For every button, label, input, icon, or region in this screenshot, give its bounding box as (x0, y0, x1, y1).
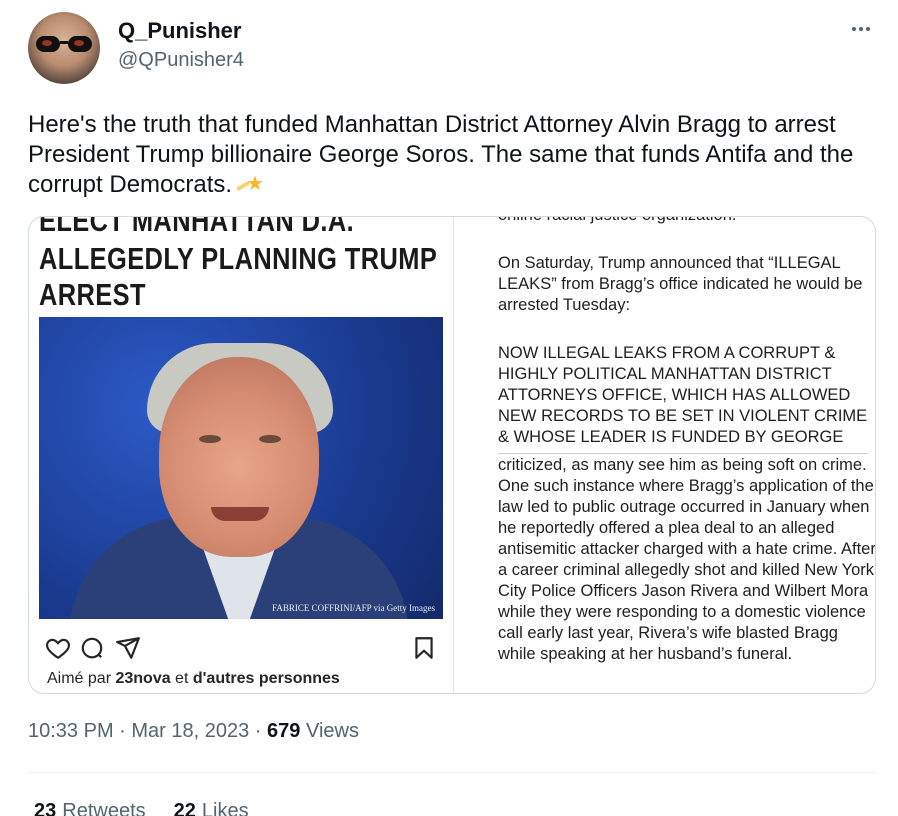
article-paragraph-3: criticized, as many see him as being sof… (498, 456, 876, 663)
article-screenshot: online racial justice organization. On S… (454, 217, 876, 693)
engagement-stats: 23 Retweets 22 Likes (34, 800, 249, 816)
instagram-actions (45, 635, 435, 661)
user-handle[interactable]: @QPunisher4 (118, 49, 244, 72)
tweet-body: Here's the truth that funded Manhattan D… (28, 111, 854, 198)
views-label: Views (300, 720, 359, 742)
display-name[interactable]: Q_Punisher (118, 18, 241, 44)
headline-line-2: ALLEGEDLY PLANNING TRUMP (39, 241, 438, 276)
views-count: 679 (267, 720, 301, 742)
heart-icon[interactable] (45, 635, 71, 661)
tweet: Q_Punisher @QPunisher4 Here's the truth … (0, 0, 898, 816)
sunglasses (36, 36, 92, 52)
likes-count[interactable]: 22 (174, 800, 196, 816)
article-fragment-top: online racial justice organization. (498, 217, 875, 226)
tweet-media[interactable]: ELECT MANHATTAN D.A. ALLEGEDLY PLANNING … (28, 216, 876, 694)
likes-label[interactable]: Likes (202, 800, 249, 816)
avatar[interactable] (28, 12, 100, 84)
liked-by-user[interactable]: 23nova (115, 670, 170, 687)
article-paragraph-1: On Saturday, Trump announced that “ILLEG… (498, 254, 863, 314)
share-icon[interactable] (115, 635, 141, 661)
screenshot-seam (498, 453, 868, 454)
headline-line-1: ELECT MANHATTAN D.A. (39, 217, 355, 238)
headline-line-3: ARREST (39, 277, 146, 312)
retweets-label[interactable]: Retweets (62, 800, 145, 816)
sparkle-star-icon: ★ (236, 172, 264, 196)
instagram-screenshot: ELECT MANHATTAN D.A. ALLEGEDLY PLANNING … (29, 217, 453, 693)
liked-by-others[interactable]: d'autres personnes (193, 670, 340, 687)
article-paragraph-2: NOW ILLEGAL LEAKS FROM A CORRUPT & HIGHL… (498, 344, 868, 451)
footer-divider (28, 772, 876, 773)
comment-icon[interactable] (79, 635, 105, 661)
more-options-icon[interactable] (848, 16, 874, 42)
photo-credit: FABRICE COFFRINI/AFP via Getty Images (271, 603, 435, 613)
tweet-date: Mar 18, 2023 (131, 720, 250, 742)
retweets-count[interactable]: 23 (34, 800, 56, 816)
tweet-time: 10:33 PM (28, 720, 114, 742)
liked-by-text: Aimé par 23nova et d'autres personnes (47, 670, 340, 687)
tweet-text: Here's the truth that funded Manhattan D… (28, 110, 878, 200)
portrait-photo: FABRICE COFFRINI/AFP via Getty Images (39, 317, 443, 619)
tweet-timestamp[interactable]: 10:33 PM · Mar 18, 2023 · 679 Views (28, 720, 359, 743)
bookmark-icon[interactable] (411, 635, 437, 661)
